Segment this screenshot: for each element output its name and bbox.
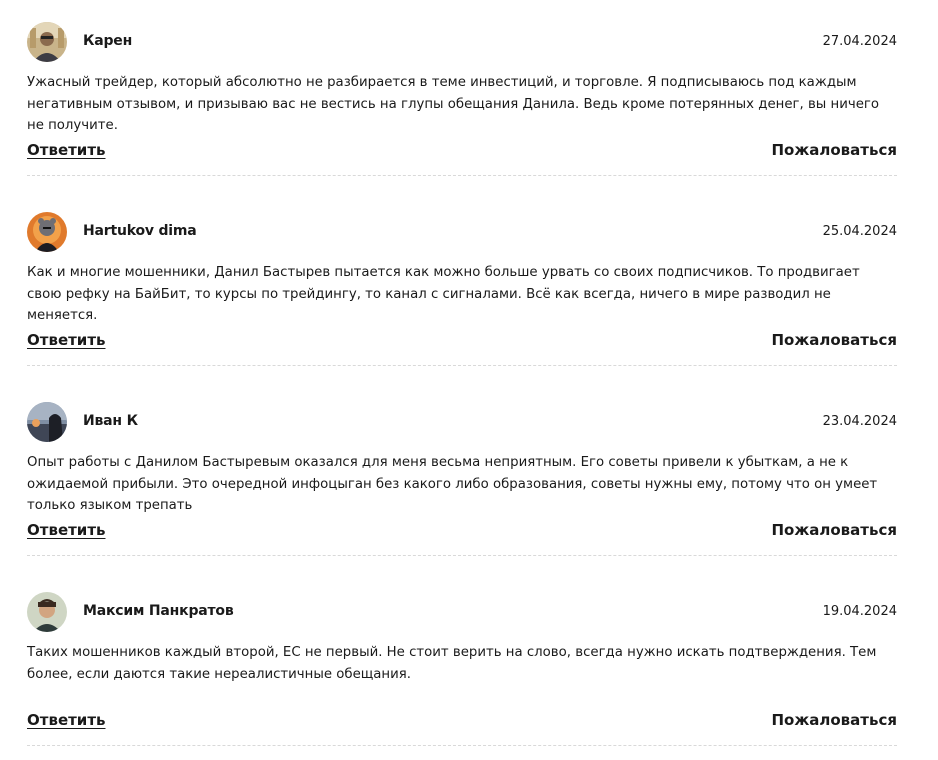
divider xyxy=(27,175,897,176)
report-button[interactable]: Пожаловаться xyxy=(771,521,897,539)
reply-link[interactable]: Ответить xyxy=(27,521,106,539)
comment-header: Hartukov dima 25.04.2024 xyxy=(27,212,897,252)
report-button[interactable]: Пожаловаться xyxy=(771,331,897,349)
divider xyxy=(27,365,897,366)
avatar xyxy=(27,592,67,632)
divider xyxy=(27,745,897,746)
author-name: Hartukov dima xyxy=(83,223,197,239)
author-name: Карен xyxy=(83,33,133,49)
comment-item: Карен 27.04.2024 Ужасный трейдер, которы… xyxy=(27,0,897,190)
comment-date: 27.04.2024 xyxy=(822,34,897,49)
comment-text: Как и многие мошенники, Данил Бастырев п… xyxy=(27,265,860,323)
comments-list: Карен 27.04.2024 Ужасный трейдер, которы… xyxy=(0,0,938,759)
comment-date: 25.04.2024 xyxy=(822,224,897,239)
reply-link[interactable]: Ответить xyxy=(27,331,106,349)
avatar xyxy=(27,22,67,62)
comment-item: Иван К 23.04.2024 Опыт работы с Данилом … xyxy=(27,380,897,570)
comment-date: 19.04.2024 xyxy=(822,604,897,619)
comment-date: 23.04.2024 xyxy=(822,414,897,429)
reply-link[interactable]: Ответить xyxy=(27,141,106,159)
comment-header: Иван К 23.04.2024 xyxy=(27,402,897,442)
comment-item: Максим Панкратов 19.04.2024 Таких мошенн… xyxy=(27,570,897,760)
comment-header: Максим Панкратов 19.04.2024 xyxy=(27,592,897,632)
author-name: Иван К xyxy=(83,413,138,429)
report-button[interactable]: Пожаловаться xyxy=(771,141,897,159)
comment-text: Ужасный трейдер, который абсолютно не ра… xyxy=(27,75,880,133)
comment-text: Таких мошенников каждый второй, ЕС не пе… xyxy=(27,645,877,682)
report-button[interactable]: Пожаловаться xyxy=(771,711,897,729)
comment-item: Hartukov dima 25.04.2024 Как и многие мо… xyxy=(27,190,897,380)
avatar xyxy=(27,402,67,442)
author-name: Максим Панкратов xyxy=(83,603,234,619)
avatar xyxy=(27,212,67,252)
divider xyxy=(27,555,897,556)
reply-link[interactable]: Ответить xyxy=(27,711,106,729)
comment-header: Карен 27.04.2024 xyxy=(27,22,897,62)
comment-text: Опыт работы с Данилом Бастыревым оказалс… xyxy=(27,455,878,513)
